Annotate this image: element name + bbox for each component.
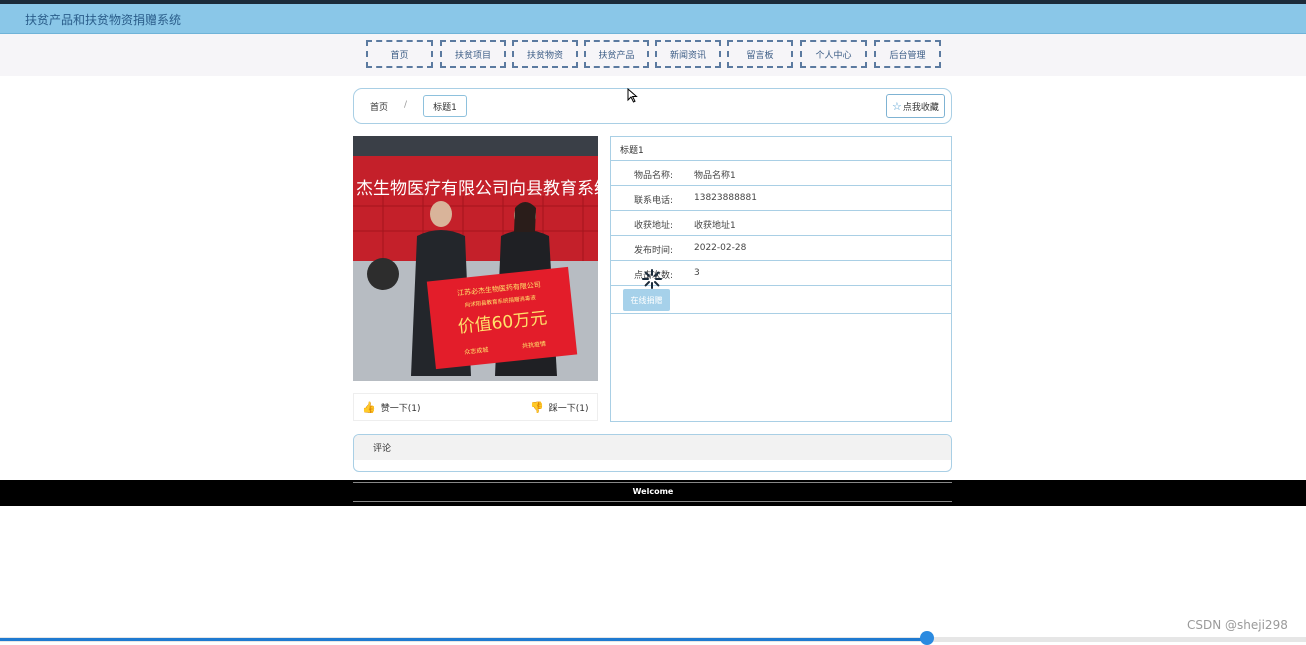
page-scrollbar[interactable] <box>0 637 1306 642</box>
detail-title: 标题1 <box>611 137 951 161</box>
loading-spinner-icon <box>642 269 662 289</box>
mouse-cursor-icon <box>627 88 638 103</box>
dislike-button[interactable]: 👎 踩一下(1) <box>530 401 588 414</box>
thumbs-up-icon: 👍 <box>362 401 376 414</box>
detail-label: 发布时间: <box>633 246 673 256</box>
detail-row: 发布时间: 2022-02-28 <box>611 236 951 261</box>
donate-button[interactable]: 在线捐赠 <box>623 289 670 311</box>
detail-value: 13823888881 <box>694 193 757 203</box>
detail-row: 收获地址: 收获地址1 <box>611 211 951 236</box>
breadcrumb-separator: / <box>404 100 408 110</box>
banner-text: 杰生物医疗有限公司向县教育系统 <box>356 179 598 199</box>
vote-bar: 👍 赞一下(1) 👎 踩一下(1) <box>353 393 598 421</box>
detail-value: 2022-02-28 <box>694 243 747 253</box>
nav-item-projects[interactable]: 扶贫项目 <box>440 40 506 68</box>
detail-value: 收获地址1 <box>694 221 736 231</box>
nav-item-news[interactable]: 新闻资讯 <box>655 40 721 68</box>
comment-section: 评论 <box>353 434 952 472</box>
nav-item-message-board[interactable]: 留言板 <box>727 40 793 68</box>
footer-divider <box>353 501 952 502</box>
nav-item-supplies[interactable]: 扶贫物资 <box>512 40 578 68</box>
favorite-label: 点我收藏 <box>902 102 939 113</box>
favorite-button[interactable]: ☆ 点我收藏 <box>886 94 945 118</box>
nav-item-user-center[interactable]: 个人中心 <box>800 40 867 68</box>
donate-row: 在线捐赠 <box>611 286 951 314</box>
nav-item-home[interactable]: 首页 <box>366 40 433 68</box>
like-button[interactable]: 👍 赞一下(1) <box>362 401 420 414</box>
detail-value: 3 <box>694 268 700 278</box>
breadcrumb-home[interactable]: 首页 <box>370 100 388 113</box>
main-nav: 首页 扶贫项目 扶贫物资 扶贫产品 新闻资讯 留言板 个人中心 后台管理 <box>0 34 1306 76</box>
detail-label: 物品名称: <box>633 171 673 181</box>
detail-row: 联系电话: 13823888881 <box>611 186 951 211</box>
like-label: 赞一下(1) <box>380 404 421 414</box>
dislike-label: 踩一下(1) <box>548 404 589 414</box>
footer-divider <box>353 482 952 483</box>
star-icon: ☆ <box>892 99 902 113</box>
detail-label: 联系电话: <box>633 196 673 206</box>
thumbs-down-icon: 👎 <box>530 401 544 414</box>
nav-item-products[interactable]: 扶贫产品 <box>584 40 649 68</box>
detail-row: 物品名称: 物品名称1 <box>611 161 951 186</box>
scroll-progress <box>0 638 927 641</box>
detail-value: 物品名称1 <box>694 171 736 181</box>
footer: Welcome <box>0 480 1306 506</box>
comment-title: 评论 <box>354 435 951 460</box>
site-title: 扶贫产品和扶贫物资捐赠系统 <box>25 13 182 27</box>
breadcrumb-current: 标题1 <box>423 95 467 117</box>
footer-welcome: Welcome <box>632 487 674 496</box>
item-photo: 杰生物医疗有限公司向县教育系统 江苏必杰生物医药有限公司 向沭阳县教育系统捐赠消… <box>353 136 598 381</box>
breadcrumb: 首页 / 标题1 ☆ 点我收藏 <box>353 88 952 124</box>
title-bar: 扶贫产品和扶贫物资捐赠系统 <box>0 4 1306 34</box>
scroll-thumb[interactable] <box>920 631 934 645</box>
nav-item-admin[interactable]: 后台管理 <box>874 40 941 68</box>
watermark: CSDN @sheji298 <box>1187 618 1288 632</box>
detail-label: 收获地址: <box>633 221 673 231</box>
